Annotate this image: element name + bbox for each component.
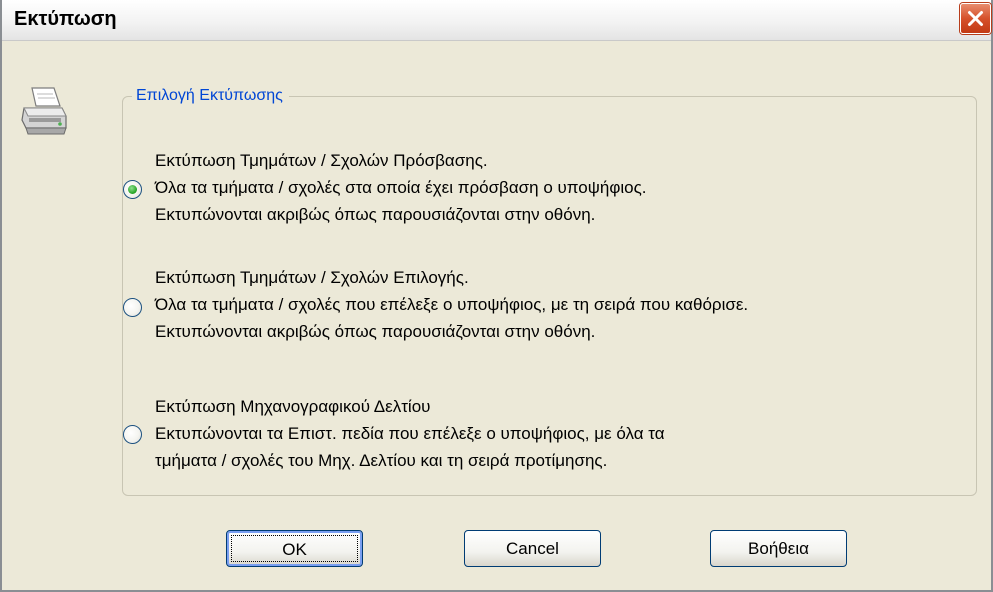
option-selection-title: Εκτύπωση Τμημάτων / Σχολών Επιλογής. bbox=[155, 268, 469, 287]
option-access-desc-1: Όλα τα τμήματα / σχολές στα οποία έχει π… bbox=[155, 178, 647, 197]
ok-button[interactable]: OK bbox=[226, 530, 363, 567]
ok-button-label: OK bbox=[231, 535, 358, 562]
option-access-desc-2: Εκτυπώνονται ακριβώς όπως παρουσιάζονται… bbox=[155, 205, 596, 224]
option-selection-text[interactable]: Εκτύπωση Τμημάτων / Σχολών Επιλογής. Όλα… bbox=[155, 264, 748, 345]
help-button[interactable]: Βοήθεια bbox=[710, 530, 847, 567]
option-access-text[interactable]: Εκτύπωση Τμημάτων / Σχολών Πρόσβασης. Όλ… bbox=[155, 147, 647, 228]
option-selection-desc-2: Εκτυπώνονται ακριβώς όπως παρουσιάζονται… bbox=[155, 322, 596, 341]
title-bar[interactable]: Εκτύπωση bbox=[2, 0, 991, 41]
print-dialog: Εκτύπωση Επιλογή Εκτύπωσης Εκτύπωση Τμημ… bbox=[0, 0, 993, 592]
printer-icon bbox=[21, 87, 67, 135]
radio-form[interactable] bbox=[123, 425, 142, 444]
radio-selection[interactable] bbox=[123, 298, 142, 317]
cancel-button[interactable]: Cancel bbox=[464, 530, 601, 567]
close-icon bbox=[968, 11, 983, 26]
window-title: Εκτύπωση bbox=[14, 8, 117, 30]
option-form-desc-1: Εκτυπώνονται τα Επιστ. πεδία που επέλεξε… bbox=[155, 424, 665, 443]
option-form-text[interactable]: Εκτύπωση Μηχανογραφικού Δελτίου Εκτυπώνο… bbox=[155, 393, 665, 474]
group-legend: Επιλογή Εκτύπωσης bbox=[132, 85, 289, 107]
option-form-desc-2: τμήματα / σχολές του Μηχ. Δελτίου και τη… bbox=[155, 451, 608, 470]
close-button[interactable] bbox=[960, 3, 991, 34]
option-form-title: Εκτύπωση Μηχανογραφικού Δελτίου bbox=[155, 397, 431, 416]
option-selection-desc-1: Όλα τα τμήματα / σχολές που επέλεξε ο υπ… bbox=[155, 295, 749, 314]
option-access-title: Εκτύπωση Τμημάτων / Σχολών Πρόσβασης. bbox=[155, 151, 488, 170]
radio-access[interactable] bbox=[123, 180, 142, 199]
